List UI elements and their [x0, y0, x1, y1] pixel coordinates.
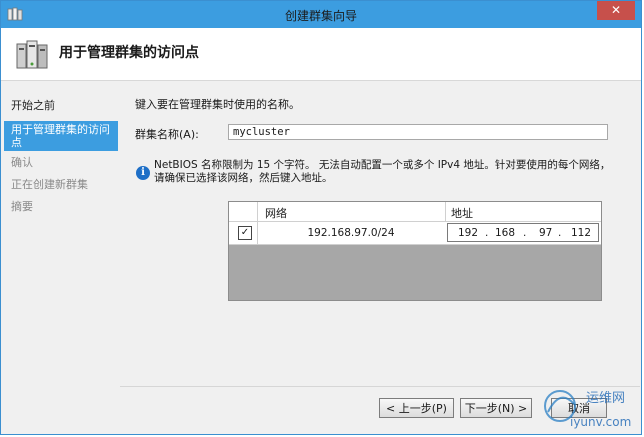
column-divider [257, 222, 258, 244]
ip-dot: . [558, 227, 562, 239]
info-icon: i [136, 166, 150, 180]
previous-button[interactable]: < 上一步(P) [379, 398, 454, 418]
network-cell: 192.168.97.0/24 [307, 227, 395, 239]
cluster-servers-icon [16, 40, 48, 69]
network-table: 网络 地址 ✓ 192.168.97.0/24 192 . 168 . 97 .… [228, 201, 602, 301]
wizard-window: 创建群集向导 ✕ 用于管理群集的访问点 开始之前 用于管理群集的访问点 确认 正… [0, 0, 642, 435]
ip-octet-1[interactable]: 192 [458, 227, 478, 239]
network-checkbox[interactable]: ✓ [238, 226, 252, 240]
ip-dot: . [485, 227, 489, 239]
step-confirm: 确认 [11, 156, 33, 169]
step-creating: 正在创建新群集 [11, 178, 88, 191]
step-before-you-begin[interactable]: 开始之前 [11, 99, 119, 112]
ip-dot: . [523, 227, 527, 239]
watermark-url: iyunv.com [570, 415, 631, 429]
wizard-steps: 开始之前 用于管理群集的访问点 确认 正在创建新群集 摘要 [1, 89, 119, 429]
cluster-name-input[interactable]: mycluster [228, 124, 608, 140]
column-divider [445, 202, 446, 221]
wizard-header: 用于管理群集的访问点 [1, 28, 641, 81]
network-column-header[interactable]: 网络 [265, 205, 287, 221]
cluster-name-label: 群集名称(A): [135, 128, 199, 141]
site-watermark-logo: 运维网 iyunv.com [544, 390, 631, 429]
ip-address-input[interactable]: 192 . 168 . 97 . 112 [447, 223, 599, 242]
info-message: NetBIOS 名称限制为 15 个字符。 无法自动配置一个或多个 IPv4 地… [154, 159, 611, 184]
ip-octet-2[interactable]: 168 [495, 227, 515, 239]
ip-octet-4[interactable]: 112 [571, 227, 591, 239]
ip-octet-3[interactable]: 97 [539, 227, 552, 239]
step-access-point[interactable]: 用于管理群集的访问点 [4, 121, 118, 151]
wizard-content: 键入要在管理群集时使用的名称。 群集名称(A): mycluster i Net… [120, 89, 641, 389]
watermark-text: 运维网 [586, 391, 625, 406]
step-summary: 摘要 [11, 200, 33, 213]
instruction-text: 键入要在管理群集时使用的名称。 [135, 98, 300, 111]
address-column-header[interactable]: 地址 [451, 205, 473, 221]
column-divider [257, 202, 258, 221]
table-row[interactable]: ✓ 192.168.97.0/24 192 . 168 . 97 . 112 [229, 222, 601, 245]
title-bar[interactable]: 创建群集向导 ✕ [1, 1, 641, 28]
page-title: 用于管理群集的访问点 [59, 45, 199, 61]
close-button[interactable]: ✕ [597, 1, 635, 20]
window-title: 创建群集向导 [284, 9, 357, 23]
next-button[interactable]: 下一步(N) > [460, 398, 532, 418]
table-header-row: 网络 地址 [229, 202, 601, 222]
